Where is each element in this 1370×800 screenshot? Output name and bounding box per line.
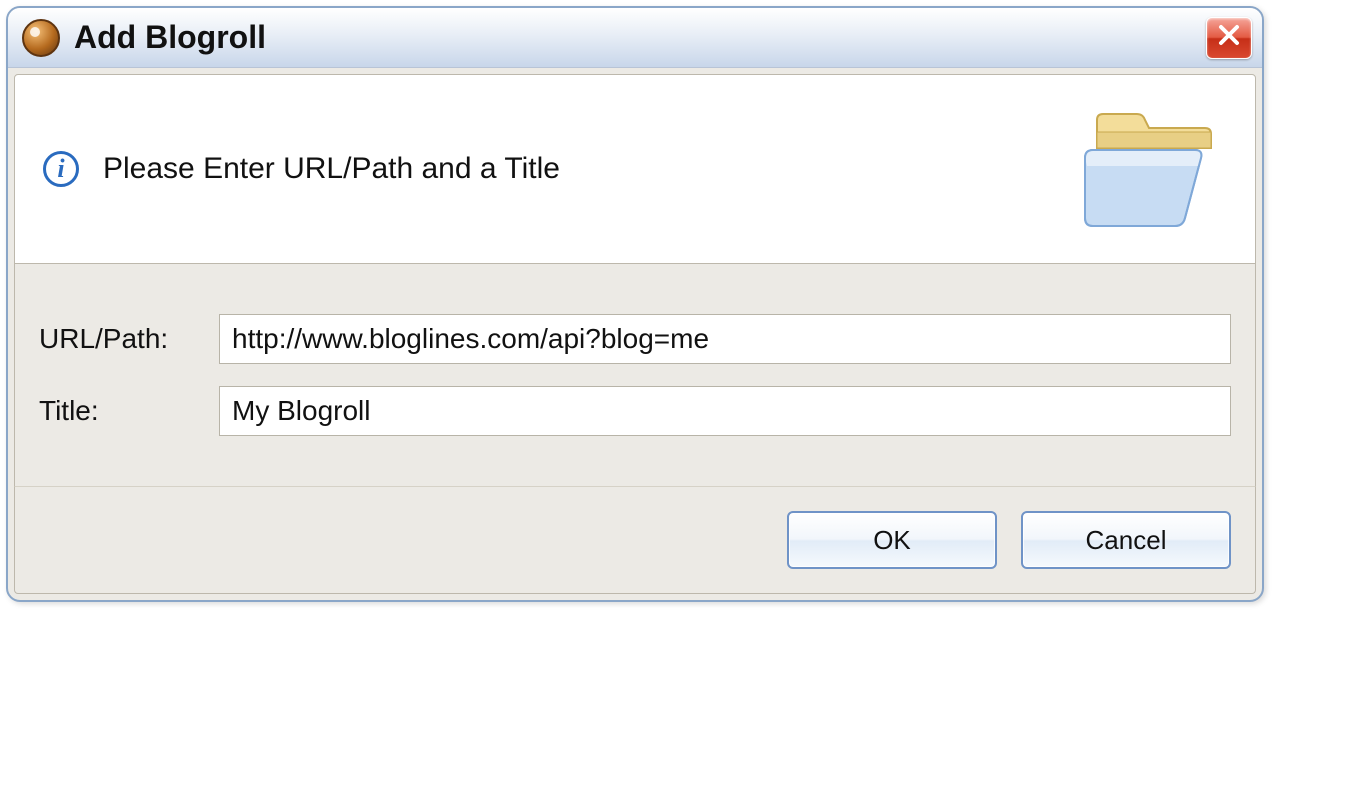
titlebar[interactable]: Add Blogroll xyxy=(8,8,1262,68)
close-button[interactable] xyxy=(1206,17,1252,59)
form-pane: URL/Path: Title: xyxy=(14,264,1256,486)
close-icon xyxy=(1217,23,1241,52)
ok-button[interactable]: OK xyxy=(787,511,997,569)
add-blogroll-dialog: Add Blogroll i Please Enter URL/Path and… xyxy=(6,6,1264,602)
title-input[interactable] xyxy=(219,386,1231,436)
header-pane: i Please Enter URL/Path and a Title xyxy=(14,74,1256,264)
dialog-title: Add Blogroll xyxy=(74,19,266,56)
instruction-text: Please Enter URL/Path and a Title xyxy=(103,152,560,186)
info-icon: i xyxy=(43,151,79,187)
url-path-input[interactable] xyxy=(219,314,1231,364)
button-pane: OK Cancel xyxy=(14,486,1256,594)
cancel-button[interactable]: Cancel xyxy=(1021,511,1231,569)
folder-open-icon xyxy=(1077,104,1227,234)
url-path-row: URL/Path: xyxy=(39,314,1231,364)
app-icon xyxy=(22,19,60,57)
title-label: Title: xyxy=(39,395,219,427)
url-path-label: URL/Path: xyxy=(39,323,219,355)
title-row: Title: xyxy=(39,386,1231,436)
